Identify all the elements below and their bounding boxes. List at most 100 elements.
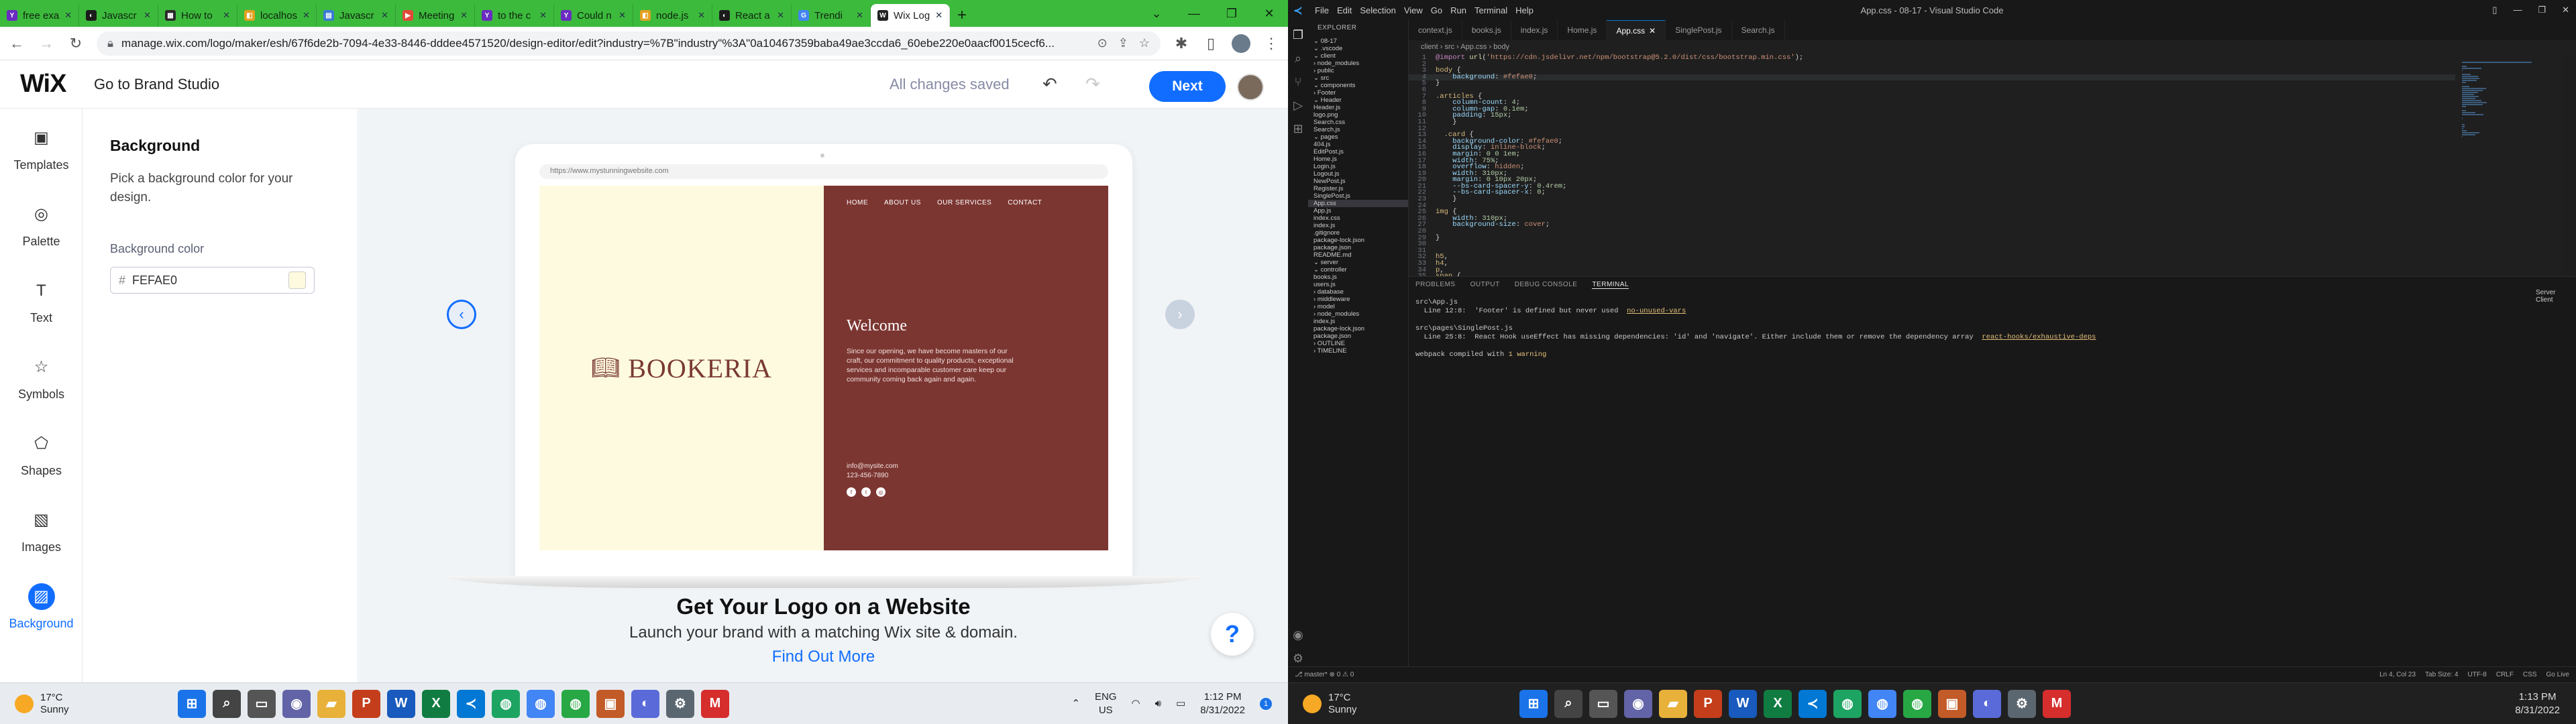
- bookmark-star-icon[interactable]: ☆: [1139, 36, 1150, 50]
- tree-item[interactable]: Header.js: [1308, 104, 1408, 111]
- chrome-menu-icon[interactable]: ⋮: [1263, 35, 1280, 52]
- menu-go[interactable]: Go: [1431, 5, 1442, 15]
- settings-gear-icon[interactable]: ⚙: [1293, 652, 1303, 666]
- vs-close-icon[interactable]: ✕: [2562, 5, 2569, 15]
- sidebar-icon[interactable]: ▯: [1202, 35, 1220, 52]
- previous-arrow-icon[interactable]: ‹: [447, 300, 476, 329]
- nav-palette[interactable]: ◎ Palette: [0, 194, 83, 255]
- terminal-client[interactable]: Client: [2536, 296, 2576, 304]
- taskbar-app-icon[interactable]: ▣: [596, 689, 625, 718]
- tree-item[interactable]: App.js: [1308, 207, 1408, 215]
- clock-right[interactable]: 1:13 PM 8/31/2022: [2515, 690, 2560, 717]
- taskbar-app-icon[interactable]: ◉: [282, 689, 311, 718]
- address-bar[interactable]: 🔒︎ manage.wix.com/logo/maker/esh/67f6de2…: [97, 31, 1161, 56]
- tree-item[interactable]: SinglePost.js: [1308, 192, 1408, 200]
- explorer-icon[interactable]: ❐: [1293, 28, 1303, 42]
- taskbar-app-icon[interactable]: ⌕: [1554, 689, 1582, 718]
- browser-tab[interactable]: ▤ Javascr ✕: [317, 4, 396, 27]
- tab-close-icon[interactable]: ✕: [856, 10, 863, 21]
- panel-tab[interactable]: PROBLEMS: [1415, 281, 1456, 289]
- tree-item[interactable]: › TIMELINE: [1308, 347, 1408, 355]
- nav-images[interactable]: ▧ Images: [0, 500, 83, 560]
- tree-item[interactable]: 404.js: [1308, 141, 1408, 148]
- vs-maximize-icon[interactable]: ❐: [2538, 5, 2546, 15]
- wix-logo[interactable]: WiX: [20, 70, 94, 99]
- editor-tab-close-icon[interactable]: ✕: [1649, 26, 1656, 36]
- taskbar-app-icon[interactable]: ◐: [631, 689, 659, 718]
- tab-close-icon[interactable]: ✕: [619, 10, 626, 21]
- tree-item[interactable]: App.css: [1308, 200, 1408, 207]
- layout-icon[interactable]: ▯: [2492, 5, 2497, 15]
- status-item[interactable]: Tab Size: 4: [2425, 671, 2458, 678]
- taskbar-app-icon[interactable]: W: [387, 689, 415, 718]
- tree-item[interactable]: .gitignore: [1308, 229, 1408, 237]
- nav-symbols[interactable]: ☆ Symbols: [0, 347, 83, 408]
- taskbar-app-icon[interactable]: P: [352, 689, 380, 718]
- tab-close-icon[interactable]: ✕: [777, 10, 784, 21]
- battery-icon[interactable]: ▭: [1176, 697, 1185, 711]
- status-item[interactable]: UTF-8: [2468, 671, 2487, 678]
- taskbar-app-icon[interactable]: ▰: [1659, 689, 1687, 718]
- taskbar-app-icon[interactable]: ⊞: [178, 689, 206, 718]
- editor-tab[interactable]: Home.js: [1558, 20, 1607, 40]
- tree-item[interactable]: Register.js: [1308, 185, 1408, 192]
- minimize-icon[interactable]: —: [1175, 0, 1213, 27]
- taskbar-app-icon[interactable]: ▭: [248, 689, 276, 718]
- editor-tab[interactable]: index.js: [1511, 20, 1558, 40]
- find-out-more-link[interactable]: Find Out More: [359, 648, 1288, 666]
- taskbar-app-icon[interactable]: ◍: [1868, 689, 1896, 718]
- tree-item[interactable]: Home.js: [1308, 156, 1408, 163]
- taskbar-app-icon[interactable]: ▭: [1589, 689, 1617, 718]
- color-swatch[interactable]: [288, 272, 306, 289]
- browser-tab[interactable]: ▶ Meeting ✕: [396, 4, 475, 27]
- tab-close-icon[interactable]: ✕: [64, 10, 72, 21]
- terminal-server[interactable]: Server: [2536, 289, 2576, 296]
- editor-tab[interactable]: context.js: [1409, 20, 1462, 40]
- extensions-icon[interactable]: ⊞: [1293, 122, 1303, 136]
- tab-close-icon[interactable]: ✕: [935, 10, 943, 21]
- weather-widget[interactable]: 17°C Sunny: [15, 692, 69, 716]
- tree-item[interactable]: ⌄ controller: [1308, 266, 1408, 274]
- taskbar-app-icon[interactable]: M: [2043, 689, 2071, 718]
- editor-tab[interactable]: Search.js: [1732, 20, 1785, 40]
- tab-close-icon[interactable]: ✕: [303, 10, 310, 21]
- term-rule-link-2[interactable]: react-hooks/exhaustive-deps: [1982, 333, 2096, 341]
- tree-item[interactable]: › middleware: [1308, 296, 1408, 303]
- panel-tab[interactable]: TERMINAL: [1592, 281, 1629, 289]
- nav-background[interactable]: ▨ Background: [0, 577, 83, 637]
- tab-close-icon[interactable]: ✕: [144, 10, 151, 21]
- share-icon[interactable]: ⇪: [1118, 36, 1128, 50]
- browser-tab[interactable]: Yto the c ✕: [475, 4, 554, 27]
- browser-tab[interactable]: ◧ node.js ✕: [633, 4, 712, 27]
- menu-selection[interactable]: Selection: [1360, 5, 1395, 15]
- status-item[interactable]: Go Live: [2546, 671, 2569, 678]
- taskbar-app-icon[interactable]: ⚙: [2008, 689, 2036, 718]
- taskbar-app-icon[interactable]: ▰: [317, 689, 345, 718]
- tree-item[interactable]: index.js: [1308, 222, 1408, 229]
- browser-tab[interactable]: ◐ React a ✕: [712, 4, 792, 27]
- taskbar-app-icon[interactable]: X: [422, 689, 450, 718]
- tab-close-icon[interactable]: ✕: [539, 10, 547, 21]
- tab-search-icon[interactable]: ⌄: [1138, 0, 1175, 27]
- go-to-brand-studio-link[interactable]: Go to Brand Studio: [94, 76, 219, 93]
- tree-item[interactable]: › node_modules: [1308, 60, 1408, 67]
- tree-item[interactable]: EditPost.js: [1308, 148, 1408, 156]
- taskbar-app-icon[interactable]: ◉: [1624, 689, 1652, 718]
- tree-item[interactable]: index.css: [1308, 215, 1408, 222]
- panel-tab[interactable]: DEBUG CONSOLE: [1515, 281, 1578, 289]
- taskbar-app-icon[interactable]: ◍: [561, 689, 590, 718]
- nav-text[interactable]: T Text: [0, 271, 83, 331]
- run-debug-icon[interactable]: ▷: [1293, 99, 1303, 113]
- menu-help[interactable]: Help: [1515, 5, 1534, 15]
- tree-item[interactable]: users.js: [1308, 281, 1408, 288]
- tree-item[interactable]: package-lock.json: [1308, 237, 1408, 244]
- maximize-icon[interactable]: ❐: [1213, 0, 1250, 27]
- tree-item[interactable]: › OUTLINE: [1308, 340, 1408, 347]
- taskbar-app-icon[interactable]: ◐: [1973, 689, 2001, 718]
- tree-item[interactable]: package-lock.json: [1308, 325, 1408, 333]
- tray-chevron-icon[interactable]: ⌃: [1071, 697, 1080, 711]
- tab-close-icon[interactable]: ✕: [460, 10, 468, 21]
- taskbar-app-icon[interactable]: P: [1694, 689, 1722, 718]
- browser-tab[interactable]: G Trendi ✕: [792, 4, 871, 27]
- extensions-icon[interactable]: ✱: [1173, 35, 1190, 52]
